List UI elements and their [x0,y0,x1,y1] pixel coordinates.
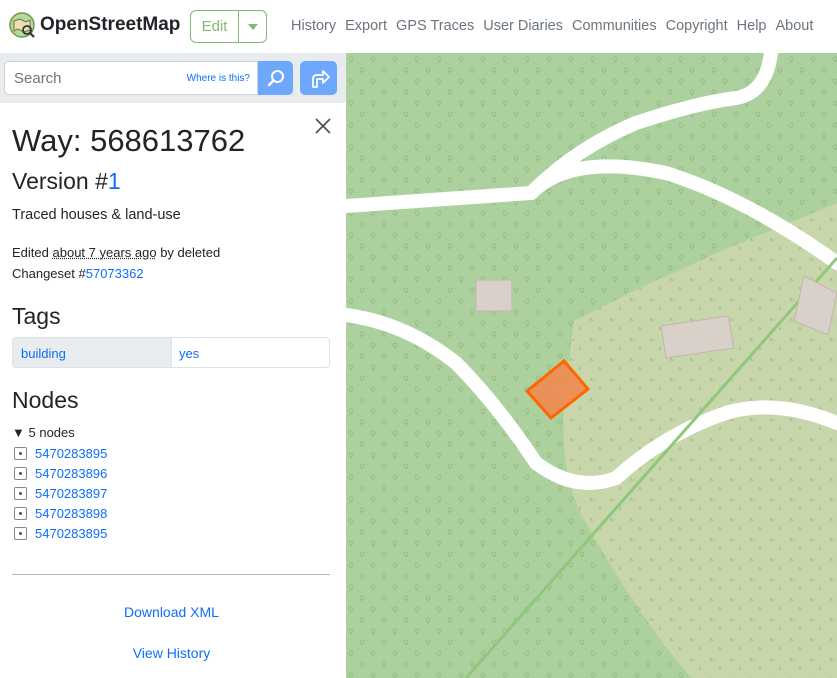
list-item: 5470283897 [14,483,107,503]
search-placeholder: Search [14,70,62,87]
nodes-heading: Nodes [12,387,79,413]
search-input[interactable]: Search Where is this? [4,61,258,95]
nodes-count: 5 nodes [28,425,75,440]
version-heading: Version #1 [12,168,121,195]
top-navbar: OpenStreetMap Edit History Export GPS Tr… [0,0,837,53]
nav-gps-traces[interactable]: GPS Traces [396,18,474,34]
search-button[interactable] [258,61,293,95]
node-list: 5470283895 5470283896 5470283897 5470283… [14,443,107,543]
directions-button[interactable] [300,61,337,95]
edited-time: about 7 years ago [52,245,157,260]
node-icon [14,486,27,500]
openstreetmap-logo-icon[interactable] [8,11,36,39]
edited-prefix: Edited [12,245,49,260]
list-item: 5470283896 [14,463,107,483]
list-item: 5470283895 [14,443,107,463]
nav-user-diaries[interactable]: User Diaries [483,18,563,34]
node-link[interactable]: 5470283895 [35,446,107,461]
nav-help[interactable]: Help [737,18,767,34]
node-link[interactable]: 5470283895 [35,526,107,541]
triangle-down-icon: ▼ [12,425,25,440]
node-link[interactable]: 5470283897 [35,486,107,501]
download-xml-link[interactable]: Download XML [0,604,343,620]
map-canvas[interactable] [346,53,837,678]
map-tiles[interactable] [346,53,837,678]
where-is-this-link[interactable]: Where is this? [187,73,250,84]
list-item: 5470283898 [14,503,107,523]
caret-down-icon [247,23,258,30]
edit-button-group: Edit [190,10,267,43]
search-bar: Search Where is this? [0,53,346,103]
node-icon [14,506,27,520]
nav-copyright[interactable]: Copyright [666,18,728,34]
node-icon [14,526,27,540]
directions-icon [311,70,330,88]
node-link[interactable]: 5470283896 [35,466,107,481]
changeset-info: Changeset #57073362 [12,266,144,281]
list-item: 5470283895 [14,523,107,543]
magnifier-icon [267,70,284,87]
tag-key[interactable]: building [13,338,172,367]
changeset-prefix: Changeset # [12,266,86,281]
divider [12,574,330,575]
sidebar: Search Where is this? Way: 568613762 Ver… [0,53,346,678]
node-link[interactable]: 5470283898 [35,506,107,521]
node-icon [14,446,27,460]
nodes-toggle[interactable]: ▼ 5 nodes [12,425,75,440]
tag-value[interactable]: yes [172,338,329,367]
nav-history[interactable]: History [291,18,336,34]
view-history-link[interactable]: View History [0,645,343,661]
feature-title: Way: 568613762 [12,123,246,158]
primary-nav: History Export GPS Traces User Diaries C… [291,18,822,34]
nav-export[interactable]: Export [345,18,387,34]
node-icon [14,466,27,480]
tags-heading: Tags [12,303,61,329]
nav-communities[interactable]: Communities [572,18,657,34]
edit-dropdown-toggle[interactable] [239,11,266,42]
changeset-comment: Traced houses & land-use [12,207,181,223]
close-icon[interactable] [313,116,333,136]
tags-table: building yes [12,337,330,368]
version-link[interactable]: 1 [108,168,121,194]
edited-by: by deleted [160,245,221,260]
nav-about[interactable]: About [775,18,813,34]
version-prefix: Version # [12,168,108,194]
changeset-link[interactable]: 57073362 [86,266,144,281]
edit-button[interactable]: Edit [191,11,239,42]
brand-name[interactable]: OpenStreetMap [40,14,180,36]
edited-info: Edited about 7 years ago by deleted [12,245,220,260]
